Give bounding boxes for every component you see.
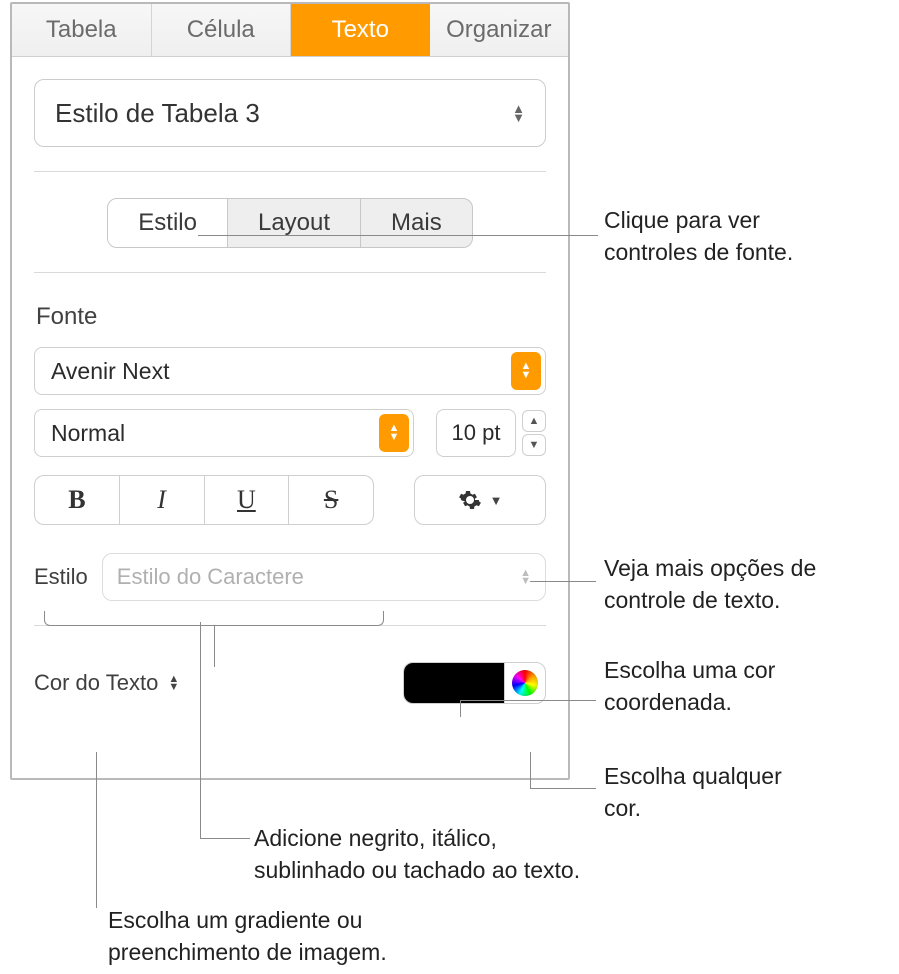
callout-color-label: Escolha um gradiente ou preenchimento de…: [108, 904, 387, 968]
callout-swatch: Escolha uma cor coordenada.: [604, 654, 775, 718]
callout-bracket: [44, 611, 384, 626]
tab-texto[interactable]: Texto: [291, 4, 430, 56]
character-style-label: Estilo: [34, 564, 88, 590]
font-weight-popup[interactable]: Normal ▲▼: [34, 409, 414, 457]
tab-mais[interactable]: Mais: [361, 199, 472, 247]
chevron-updown-icon: ▲▼: [379, 414, 409, 452]
tab-organizar[interactable]: Organizar: [430, 4, 569, 56]
color-wheel-icon: [512, 670, 538, 696]
chevron-updown-icon: ▲▼: [520, 569, 531, 585]
underline-button[interactable]: U: [205, 476, 290, 524]
gear-icon: [458, 488, 482, 512]
text-color-label-popup[interactable]: Cor do Texto ▲▼: [34, 670, 179, 696]
divider: [34, 171, 546, 172]
paragraph-style-value: Estilo de Tabela 3: [55, 98, 260, 129]
callout-leader: [530, 788, 596, 789]
callout-bius: Adicione negrito, itálico, sublinhado ou…: [254, 822, 580, 886]
strikethrough-button[interactable]: S: [289, 476, 373, 524]
tab-estilo[interactable]: Estilo: [108, 199, 228, 247]
tab-layout[interactable]: Layout: [228, 199, 361, 247]
font-weight-value: Normal: [51, 420, 125, 447]
color-wheel-button[interactable]: [505, 663, 545, 703]
divider: [34, 272, 546, 273]
callout-leader: [530, 752, 531, 788]
bold-button[interactable]: B: [35, 476, 120, 524]
callout-leader: [198, 235, 598, 236]
chevron-updown-icon: ▲▼: [511, 352, 541, 390]
advanced-text-options-popup[interactable]: ▼: [414, 475, 546, 525]
font-size-value: 10 pt: [452, 420, 501, 446]
callout-leader: [460, 700, 596, 701]
text-color-controls: [403, 662, 546, 704]
format-inspector-panel: Tabela Célula Texto Organizar Estilo de …: [10, 2, 570, 780]
font-family-popup[interactable]: Avenir Next ▲▼: [34, 347, 546, 395]
font-size-step-up[interactable]: ▲: [522, 410, 546, 432]
bius-segmented: B I U S: [34, 475, 374, 525]
tab-tabela[interactable]: Tabela: [12, 4, 152, 56]
font-size-field[interactable]: 10 pt: [436, 409, 516, 457]
callout-leader: [200, 622, 201, 838]
callout-wheel: Escolha qualquer cor.: [604, 760, 782, 824]
chevron-updown-icon: ▲▼: [168, 675, 179, 691]
chevron-updown-icon: ▲▼: [512, 104, 525, 122]
inspector-top-tabs: Tabela Célula Texto Organizar: [12, 4, 568, 57]
text-color-label: Cor do Texto: [34, 670, 158, 696]
callout-leader: [200, 838, 250, 839]
character-style-placeholder: Estilo do Caractere: [117, 564, 304, 590]
callout-leader: [530, 581, 596, 582]
callout-gear: Veja mais opções de controle de texto.: [604, 552, 816, 616]
text-subtabs: Estilo Layout Mais: [107, 198, 472, 248]
text-color-swatch[interactable]: [404, 663, 505, 703]
font-section-label: Fonte: [36, 303, 568, 331]
chevron-down-icon: ▼: [490, 493, 503, 508]
callout-leader: [96, 752, 97, 908]
callout-font-controls: Clique para ver controles de fonte.: [604, 204, 793, 268]
font-family-value: Avenir Next: [51, 358, 169, 385]
font-size-step-down[interactable]: ▼: [522, 434, 546, 456]
character-style-popup[interactable]: Estilo do Caractere ▲▼: [102, 553, 546, 601]
callout-leader: [460, 700, 461, 717]
tab-celula[interactable]: Célula: [152, 4, 292, 56]
italic-button[interactable]: I: [120, 476, 205, 524]
paragraph-style-popup[interactable]: Estilo de Tabela 3 ▲▼: [34, 79, 546, 147]
